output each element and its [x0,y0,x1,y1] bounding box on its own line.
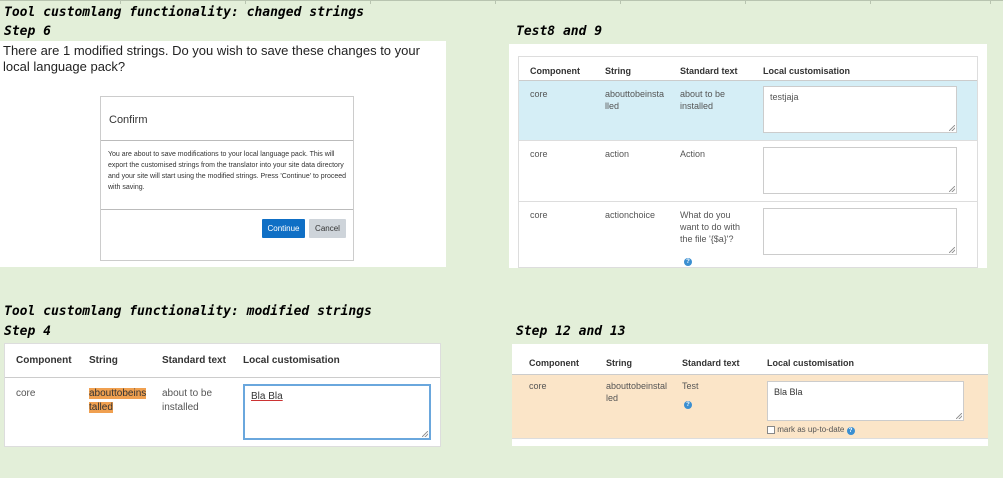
col-string: String [89,355,118,366]
custom-textarea[interactable]: testjaja [763,86,957,133]
help-icon[interactable]: ? [684,250,692,267]
resize-grip-icon[interactable] [956,413,962,419]
col-standard: Standard text [682,358,740,368]
cell-string: actionchoice [605,210,656,220]
cell-component: core [529,381,547,391]
cell-string: abouttobeinstalled [89,387,149,415]
heading-step4: Step 4 [4,324,51,339]
save-question: There are 1 modified strings. Do you wis… [3,43,420,74]
cell-component: core [16,388,36,399]
heading-step6: Step 6 [4,24,51,39]
continue-button[interactable]: Continue [262,219,305,238]
heading-modified-strings: Tool customlang functionality: modified … [4,304,372,319]
test8-table: Component String Standard text Local cus… [518,56,978,268]
table-row: core abouttobeinstalled Test ? Bla Bla m… [512,374,988,439]
table-row-partial [512,438,988,446]
confirm-dialog: Confirm You are about to save modificati… [100,96,354,261]
col-standard: Standard text [162,355,226,366]
col-custom: Local customisation [767,358,855,368]
table-row: core actionchoice What do you want to do… [519,201,977,267]
checkbox-label: mark as up-to-date [777,425,845,434]
resize-grip-icon[interactable] [949,247,955,253]
cell-standard: What do you want to do with the file '{$… [680,210,741,244]
grid-tick [870,0,871,4]
cell-standard: Action [680,149,706,159]
col-component: Component [529,358,579,368]
up-to-date-checkbox[interactable] [767,425,775,434]
col-component: Component [16,355,72,366]
help-icon[interactable]: ? [684,393,692,411]
dialog-title: Confirm [109,114,148,126]
dialog-body: You are about to save modifications to y… [108,151,347,191]
test8-panel: Component String Standard text Local cus… [509,44,987,268]
col-component: Component [530,66,580,76]
col-standard: Standard text [680,66,738,76]
grid-tick [620,0,621,4]
cell-string: action [605,149,630,159]
dialog-body-box: You are about to save modifications to y… [101,140,353,210]
custom-textarea[interactable] [763,147,957,194]
help-icon[interactable]: ? [846,427,855,435]
grid-tick [120,0,121,4]
custom-textarea[interactable] [763,208,957,255]
cell-string: abouttobeinstalled [606,381,668,403]
step4-panel: Component String Standard text Local cus… [4,343,441,447]
step12-panel: Component String Standard text Local cus… [512,344,988,446]
cell-string: abouttobeinstalled [605,89,665,111]
table-row: core abouttobeinstalled about to be inst… [5,377,440,446]
step4-table: Component String Standard text Local cus… [4,343,441,447]
cell-standard: about to be installed [680,89,726,111]
grid-tick [745,0,746,4]
cancel-button[interactable]: Cancel [309,219,346,238]
custom-textarea[interactable]: Bla Bla [767,381,964,421]
cell-component: core [530,210,548,220]
col-string: String [606,358,632,368]
grid-tick [370,0,371,4]
col-string: String [605,66,631,76]
textarea-value: Bla Bla [251,391,283,402]
col-custom: Local customisation [763,66,851,76]
cell-component: core [530,89,548,99]
step12-table: Component String Standard text Local cus… [512,344,988,446]
resize-grip-icon[interactable] [949,186,955,192]
heading-step12: Step 12 and 13 [516,324,626,339]
resize-grip-icon[interactable] [422,431,428,437]
table-row: core abouttobeinstalled about to be inst… [519,80,977,141]
string-highlight: abouttobeinstalled [89,388,147,413]
cell-standard: about to be installed [162,388,213,413]
cell-standard: Test [682,381,699,391]
resize-grip-icon[interactable] [949,125,955,131]
grid-tick [495,0,496,4]
step6-panel: There are 1 modified strings. Do you wis… [0,41,446,267]
top-border [0,0,1003,1]
heading-test8: Test8 and 9 [516,24,603,39]
col-custom: Local customisation [243,355,340,366]
custom-textarea[interactable]: Bla Bla [243,384,431,440]
heading-changed-strings: Tool customlang functionality: changed s… [4,5,365,20]
grid-tick [990,0,991,4]
table-row: core action Action [519,140,977,202]
cell-component: core [530,149,548,159]
up-to-date-option: mark as up-to-date ? [767,425,855,435]
textarea-value: testjaja [770,92,799,102]
textarea-value: Bla Bla [774,387,803,397]
grid-tick [245,0,246,4]
